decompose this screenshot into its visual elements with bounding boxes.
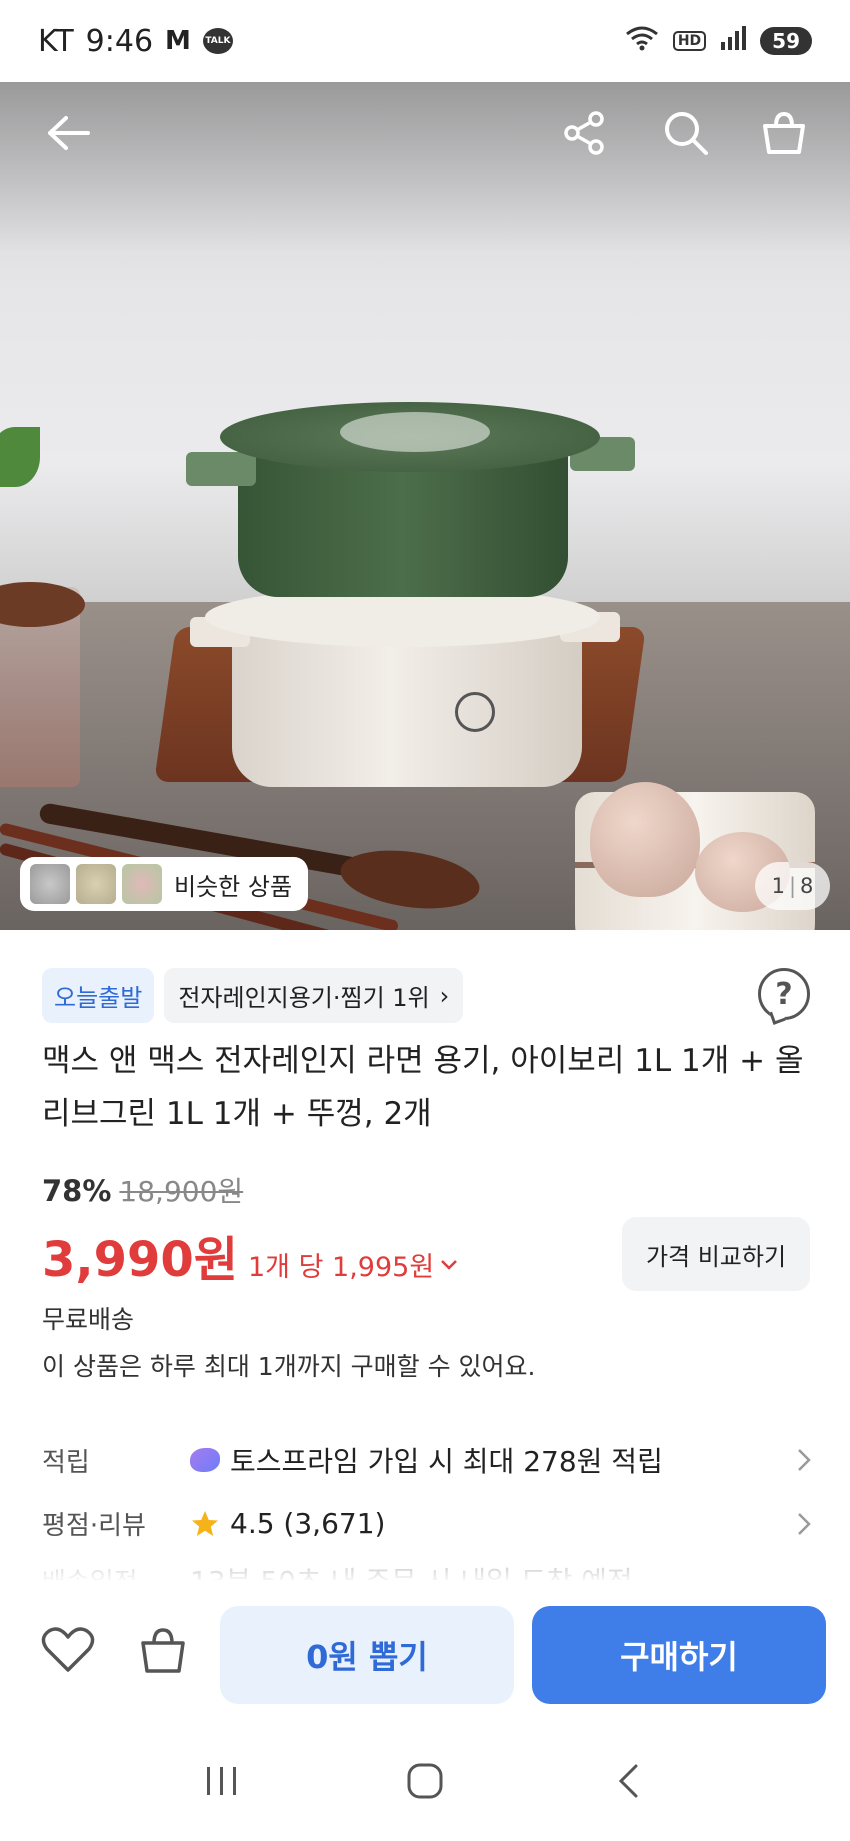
top-shade <box>0 82 850 252</box>
product-title: 맥스 앤 맥스 전자레인지 라면 용기, 아이보리 1L 1개 + 올리브그린 … <box>42 1043 804 1132</box>
zero-won-draw-button[interactable]: 0원 뽑기 <box>220 1606 514 1704</box>
shipping-info: 무료배송 <box>42 1305 135 1334</box>
toss-prime-icon <box>190 1448 220 1472</box>
heart-icon <box>41 1627 95 1672</box>
lid-vent <box>340 412 490 452</box>
back-button[interactable] <box>40 105 96 161</box>
discount-row: 78% 18,900원 <box>42 1170 243 1210</box>
image-index: 1 <box>771 874 785 898</box>
today-shipping-badge: 오늘출발 <box>42 968 155 1023</box>
add-to-cart-button[interactable] <box>135 1622 191 1678</box>
similar-thumb <box>30 864 70 904</box>
status-right: HD 59 <box>625 25 812 57</box>
back-arrow-icon <box>48 116 90 150</box>
egg <box>590 782 700 897</box>
rating-value: 4.5 (3,671) <box>230 1507 386 1540</box>
bpa-free-badge <box>455 692 495 732</box>
buy-button[interactable]: 구매하기 <box>532 1606 826 1704</box>
cart-button[interactable] <box>756 105 812 161</box>
rating-row[interactable]: 평점·리뷰 4.5 (3,671) <box>42 1505 812 1542</box>
signal-icon <box>720 26 747 56</box>
discount-percent: 78% <box>42 1174 112 1208</box>
image-total: 8 <box>800 874 814 898</box>
purchase-limit-notice: 이 상품은 하루 최대 1개까지 구매할 수 있어요. <box>42 1352 536 1381</box>
category-rank-badge[interactable]: 전자레인지용기·찜기 1위 › <box>164 968 464 1023</box>
price-row: 3,990원 1개 당 1,995원 <box>42 1220 458 1290</box>
chevron-right-icon <box>798 1449 811 1471</box>
bottom-action-bar: 0원 뽑기 구매하기 <box>0 1580 850 1720</box>
similar-products-label: 비슷한 상품 <box>174 872 293 901</box>
hd-voice-badge: HD <box>672 31 707 51</box>
wishlist-button[interactable] <box>40 1622 96 1678</box>
green-handle-left <box>186 452 256 486</box>
unit-price-dropdown[interactable]: 1개 당 1,995원 <box>248 1245 458 1284</box>
image-counter: 1 | 8 <box>755 862 830 910</box>
chevron-right-icon: › <box>439 981 450 1010</box>
kakaotalk-icon: TALK <box>202 28 233 54</box>
original-price: 18,900원 <box>119 1175 244 1208</box>
chevron-right-icon <box>798 1512 811 1535</box>
similar-thumb <box>76 864 116 904</box>
star-icon <box>192 1510 218 1536</box>
sale-price: 3,990원 <box>42 1232 238 1288</box>
chevron-down-icon <box>441 1259 458 1270</box>
recent-apps-icon <box>206 1766 236 1795</box>
home-button[interactable] <box>390 1751 460 1811</box>
search-button[interactable] <box>658 105 714 161</box>
back-chevron-icon <box>619 1764 638 1797</box>
status-left: KT 9:46 M TALK <box>38 24 233 59</box>
plant-leaf <box>0 427 40 487</box>
reward-row[interactable]: 적립 토스프라임 가입 시 최대 278원 적립 <box>42 1440 812 1480</box>
shopping-bag-icon <box>763 111 805 154</box>
reward-label: 적립 <box>42 1447 90 1478</box>
battery-indicator: 59 <box>760 27 812 55</box>
badge-row: 오늘출발 전자레인지용기·찜기 1위 › <box>42 968 464 1023</box>
shopping-bag-icon <box>141 1628 185 1673</box>
share-button[interactable] <box>556 105 612 161</box>
recent-apps-button[interactable] <box>187 1751 257 1811</box>
reward-value: 토스프라임 가입 시 최대 278원 적립 <box>230 1445 663 1478</box>
back-nav-button[interactable] <box>593 1751 663 1811</box>
home-icon <box>407 1763 443 1798</box>
carrier-label: KT <box>38 23 74 59</box>
rating-label: 평점·리뷰 <box>42 1511 146 1541</box>
share-icon <box>564 111 604 155</box>
product-image[interactable] <box>0 82 850 930</box>
compare-price-button[interactable]: 가격 비교하기 <box>622 1217 810 1291</box>
similar-thumb <box>122 864 162 904</box>
help-icon[interactable]: ? <box>758 968 810 1020</box>
system-nav-bar <box>0 1720 850 1841</box>
gmail-icon: M <box>165 26 191 56</box>
search-icon <box>665 112 708 155</box>
wifi-icon <box>625 25 659 57</box>
category-rank-label: 전자레인지용기·찜기 1위 <box>178 984 430 1012</box>
clock: 9:46 <box>85 23 154 59</box>
unit-price-label: 1개 당 1,995원 <box>248 1252 435 1283</box>
status-bar: KT 9:46 M TALK HD 59 <box>0 0 850 82</box>
similar-products-chip[interactable]: 비슷한 상품 <box>20 857 309 911</box>
